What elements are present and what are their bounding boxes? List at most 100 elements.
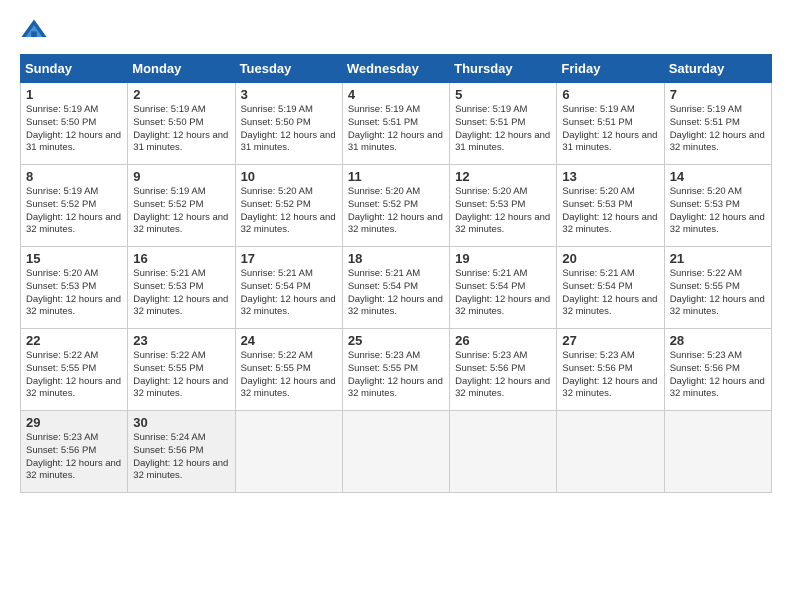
cell-info: Sunrise: 5:19 AMSunset: 5:50 PMDaylight:… bbox=[241, 104, 337, 155]
calendar-cell: 23 Sunrise: 5:22 AMSunset: 5:55 PMDayligh… bbox=[128, 329, 235, 411]
calendar-cell: 22Sunrise: 5:22 AMSunset: 5:55 PMDayligh… bbox=[21, 329, 128, 411]
header-monday: Monday bbox=[128, 55, 235, 83]
week-row-2: 8 Sunrise: 5:19 AMSunset: 5:52 PMDaylight… bbox=[21, 165, 772, 247]
cell-info: Sunrise: 5:23 AMSunset: 5:56 PMDaylight:… bbox=[26, 432, 122, 483]
day-number: 19 bbox=[455, 251, 551, 266]
week-row-4: 22Sunrise: 5:22 AMSunset: 5:55 PMDayligh… bbox=[21, 329, 772, 411]
cell-info: Sunrise: 5:20 AMSunset: 5:52 PMDaylight:… bbox=[241, 186, 337, 237]
cell-info: Sunrise: 5:22 AMSunset: 5:55 PMDaylight:… bbox=[670, 268, 766, 319]
cell-info: Sunrise: 5:20 AMSunset: 5:53 PMDaylight:… bbox=[455, 186, 551, 237]
calendar-cell: 29 Sunrise: 5:23 AMSunset: 5:56 PMDayligh… bbox=[21, 411, 128, 493]
day-number: 10 bbox=[241, 169, 337, 184]
day-number: 26 bbox=[455, 333, 551, 348]
calendar-cell: 27Sunrise: 5:23 AMSunset: 5:56 PMDayligh… bbox=[557, 329, 664, 411]
cell-info: Sunrise: 5:23 AMSunset: 5:56 PMDaylight:… bbox=[670, 350, 766, 401]
day-number: 5 bbox=[455, 87, 551, 102]
cell-info: Sunrise: 5:19 AMSunset: 5:51 PMDaylight:… bbox=[562, 104, 658, 155]
calendar-cell: 5 Sunrise: 5:19 AMSunset: 5:51 PMDaylight… bbox=[450, 83, 557, 165]
day-number: 1 bbox=[26, 87, 122, 102]
calendar-cell bbox=[664, 411, 771, 493]
calendar-cell: 15 Sunrise: 5:20 AMSunset: 5:53 PMDayligh… bbox=[21, 247, 128, 329]
header bbox=[20, 16, 772, 44]
calendar-cell: 10 Sunrise: 5:20 AMSunset: 5:52 PMDayligh… bbox=[235, 165, 342, 247]
day-number: 29 bbox=[26, 415, 122, 430]
day-number: 25 bbox=[348, 333, 444, 348]
cell-info: Sunrise: 5:21 AMSunset: 5:54 PMDaylight:… bbox=[348, 268, 444, 319]
cell-info: Sunrise: 5:24 AMSunset: 5:56 PMDaylight:… bbox=[133, 432, 229, 483]
day-number: 15 bbox=[26, 251, 122, 266]
cell-info: Sunrise: 5:19 AMSunset: 5:50 PMDaylight:… bbox=[133, 104, 229, 155]
cell-info: Sunrise: 5:23 AMSunset: 5:56 PMDaylight:… bbox=[455, 350, 551, 401]
day-number: 30 bbox=[133, 415, 229, 430]
day-number: 9 bbox=[133, 169, 229, 184]
calendar-cell: 25 Sunrise: 5:23 AMSunset: 5:55 PMDayligh… bbox=[342, 329, 449, 411]
day-number: 3 bbox=[241, 87, 337, 102]
cell-info: Sunrise: 5:19 AMSunset: 5:51 PMDaylight:… bbox=[348, 104, 444, 155]
day-number: 18 bbox=[348, 251, 444, 266]
calendar-cell: 1 Sunrise: 5:19 AMSunset: 5:50 PMDaylight… bbox=[21, 83, 128, 165]
calendar-cell bbox=[450, 411, 557, 493]
day-number: 12 bbox=[455, 169, 551, 184]
week-row-5: 29 Sunrise: 5:23 AMSunset: 5:56 PMDayligh… bbox=[21, 411, 772, 493]
day-number: 4 bbox=[348, 87, 444, 102]
calendar-cell: 24 Sunrise: 5:22 AMSunset: 5:55 PMDayligh… bbox=[235, 329, 342, 411]
calendar-cell bbox=[557, 411, 664, 493]
calendar-header-row: SundayMondayTuesdayWednesdayThursdayFrid… bbox=[21, 55, 772, 83]
calendar-cell: 8 Sunrise: 5:19 AMSunset: 5:52 PMDaylight… bbox=[21, 165, 128, 247]
header-friday: Friday bbox=[557, 55, 664, 83]
header-sunday: Sunday bbox=[21, 55, 128, 83]
cell-info: Sunrise: 5:20 AMSunset: 5:53 PMDaylight:… bbox=[670, 186, 766, 237]
day-number: 21 bbox=[670, 251, 766, 266]
cell-info: Sunrise: 5:23 AMSunset: 5:55 PMDaylight:… bbox=[348, 350, 444, 401]
calendar-cell: 4 Sunrise: 5:19 AMSunset: 5:51 PMDaylight… bbox=[342, 83, 449, 165]
calendar-cell: 28 Sunrise: 5:23 AMSunset: 5:56 PMDayligh… bbox=[664, 329, 771, 411]
cell-info: Sunrise: 5:22 AMSunset: 5:55 PMDaylight:… bbox=[26, 350, 122, 401]
day-number: 24 bbox=[241, 333, 337, 348]
calendar-cell: 12 Sunrise: 5:20 AMSunset: 5:53 PMDayligh… bbox=[450, 165, 557, 247]
cell-info: Sunrise: 5:21 AMSunset: 5:53 PMDaylight:… bbox=[133, 268, 229, 319]
calendar-cell: 14 Sunrise: 5:20 AMSunset: 5:53 PMDayligh… bbox=[664, 165, 771, 247]
calendar-cell: 13 Sunrise: 5:20 AMSunset: 5:53 PMDayligh… bbox=[557, 165, 664, 247]
header-tuesday: Tuesday bbox=[235, 55, 342, 83]
cell-info: Sunrise: 5:19 AMSunset: 5:52 PMDaylight:… bbox=[26, 186, 122, 237]
calendar-cell: 19 Sunrise: 5:21 AMSunset: 5:54 PMDayligh… bbox=[450, 247, 557, 329]
calendar-cell bbox=[342, 411, 449, 493]
calendar-cell: 17 Sunrise: 5:21 AMSunset: 5:54 PMDayligh… bbox=[235, 247, 342, 329]
calendar-cell: 30 Sunrise: 5:24 AMSunset: 5:56 PMDayligh… bbox=[128, 411, 235, 493]
cell-info: Sunrise: 5:19 AMSunset: 5:51 PMDaylight:… bbox=[455, 104, 551, 155]
header-wednesday: Wednesday bbox=[342, 55, 449, 83]
header-thursday: Thursday bbox=[450, 55, 557, 83]
calendar-cell: 6 Sunrise: 5:19 AMSunset: 5:51 PMDaylight… bbox=[557, 83, 664, 165]
cell-info: Sunrise: 5:23 AMSunset: 5:56 PMDaylight:… bbox=[562, 350, 658, 401]
day-number: 20 bbox=[562, 251, 658, 266]
cell-info: Sunrise: 5:19 AMSunset: 5:51 PMDaylight:… bbox=[670, 104, 766, 155]
cell-info: Sunrise: 5:21 AMSunset: 5:54 PMDaylight:… bbox=[241, 268, 337, 319]
cell-info: Sunrise: 5:21 AMSunset: 5:54 PMDaylight:… bbox=[455, 268, 551, 319]
cell-info: Sunrise: 5:20 AMSunset: 5:53 PMDaylight:… bbox=[562, 186, 658, 237]
calendar-cell: 11Sunrise: 5:20 AMSunset: 5:52 PMDayligh… bbox=[342, 165, 449, 247]
cell-info: Sunrise: 5:21 AMSunset: 5:54 PMDaylight:… bbox=[562, 268, 658, 319]
calendar-cell: 9 Sunrise: 5:19 AMSunset: 5:52 PMDaylight… bbox=[128, 165, 235, 247]
day-number: 17 bbox=[241, 251, 337, 266]
day-number: 7 bbox=[670, 87, 766, 102]
calendar-cell: 26 Sunrise: 5:23 AMSunset: 5:56 PMDayligh… bbox=[450, 329, 557, 411]
cell-info: Sunrise: 5:19 AMSunset: 5:50 PMDaylight:… bbox=[26, 104, 122, 155]
header-saturday: Saturday bbox=[664, 55, 771, 83]
day-number: 11 bbox=[348, 169, 444, 184]
day-number: 6 bbox=[562, 87, 658, 102]
logo-icon bbox=[20, 16, 48, 44]
day-number: 28 bbox=[670, 333, 766, 348]
day-number: 16 bbox=[133, 251, 229, 266]
day-number: 23 bbox=[133, 333, 229, 348]
day-number: 13 bbox=[562, 169, 658, 184]
cell-info: Sunrise: 5:22 AMSunset: 5:55 PMDaylight:… bbox=[133, 350, 229, 401]
day-number: 14 bbox=[670, 169, 766, 184]
day-number: 8 bbox=[26, 169, 122, 184]
calendar-table: SundayMondayTuesdayWednesdayThursdayFrid… bbox=[20, 54, 772, 493]
cell-info: Sunrise: 5:20 AMSunset: 5:53 PMDaylight:… bbox=[26, 268, 122, 319]
week-row-3: 15 Sunrise: 5:20 AMSunset: 5:53 PMDayligh… bbox=[21, 247, 772, 329]
calendar-cell: 7 Sunrise: 5:19 AMSunset: 5:51 PMDaylight… bbox=[664, 83, 771, 165]
cell-info: Sunrise: 5:22 AMSunset: 5:55 PMDaylight:… bbox=[241, 350, 337, 401]
calendar-cell: 20 Sunrise: 5:21 AMSunset: 5:54 PMDayligh… bbox=[557, 247, 664, 329]
cell-info: Sunrise: 5:19 AMSunset: 5:52 PMDaylight:… bbox=[133, 186, 229, 237]
